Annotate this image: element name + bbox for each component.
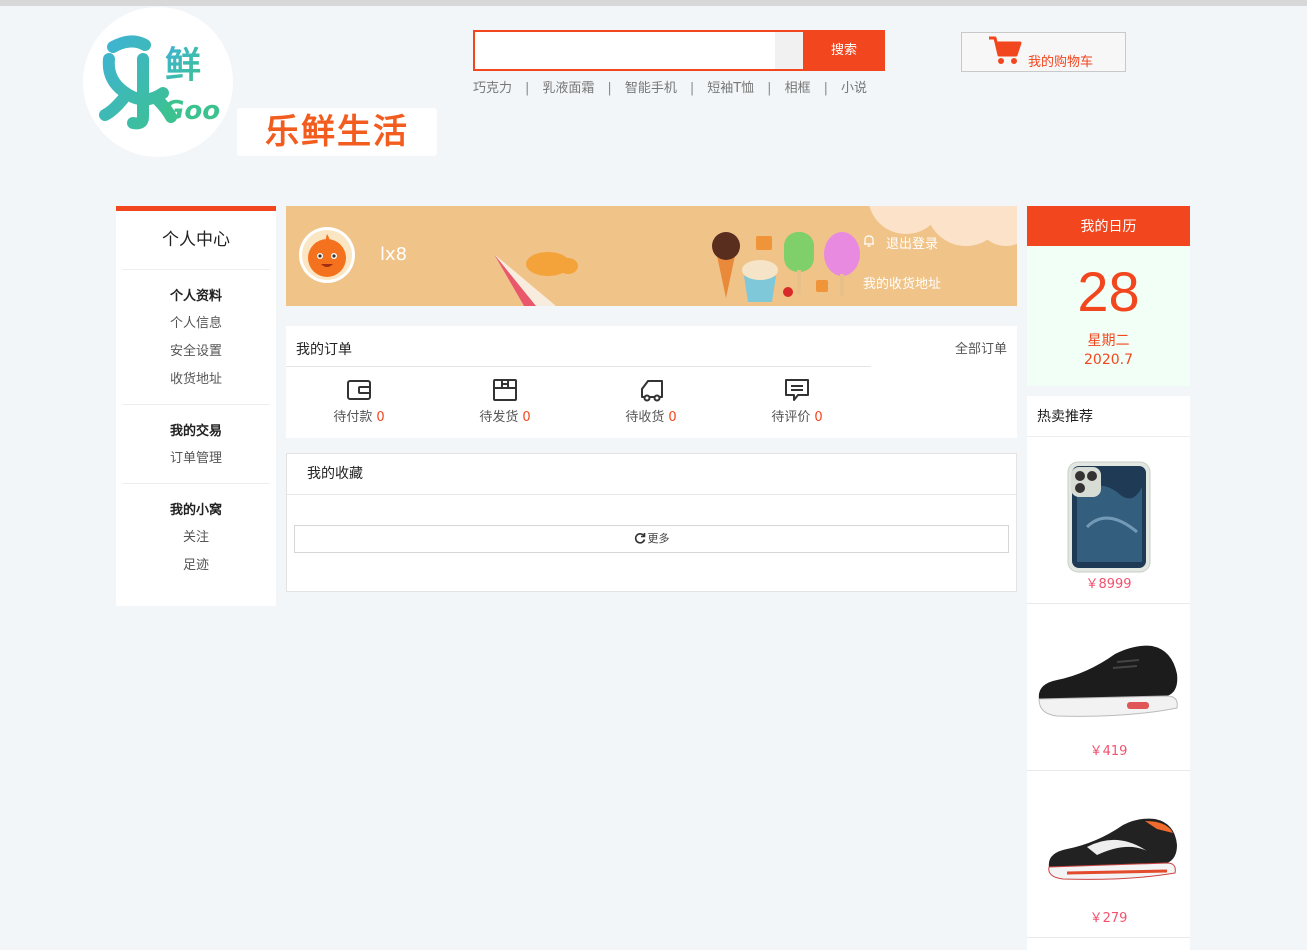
search-button[interactable]: 搜索: [803, 32, 885, 69]
logo-mark-char: 鲜: [165, 45, 201, 86]
sidebar-title: 个人中心: [122, 211, 270, 270]
more-label: 更多: [647, 532, 670, 545]
calendar-day: 28: [1077, 260, 1140, 323]
calendar-widget: 28 星期二 2020.7: [1027, 246, 1190, 386]
hotword-link[interactable]: 小说: [841, 77, 867, 96]
hotword-link[interactable]: 巧克力: [473, 77, 512, 96]
hot-product[interactable]: ￥279: [1027, 771, 1190, 938]
order-status-label: 待付款: [333, 410, 373, 425]
order-status-pending-payment[interactable]: 待付款 0: [286, 378, 432, 425]
product-phone-image: [1067, 461, 1151, 573]
orders-title: 我的订单: [296, 342, 352, 358]
bell-icon: [864, 235, 874, 247]
sidebar-item-follow[interactable]: 关注: [122, 524, 270, 552]
hot-product[interactable]: ￥8999: [1027, 437, 1190, 604]
product-price: ￥419: [1089, 744, 1128, 759]
product-price: ￥279: [1089, 911, 1128, 926]
hotword-link[interactable]: 智能手机: [625, 77, 677, 96]
cart-button[interactable]: 我的购物车: [961, 32, 1126, 72]
user-banner: lx8 退出登录 我的收货地址: [286, 206, 1017, 306]
calendar-month: 2020.7: [1084, 352, 1133, 368]
product-price: ￥8999: [1085, 577, 1132, 592]
personal-center-sidebar: 个人中心 个人资料 个人信息 安全设置 收货地址 我的交易 订单管理 我的小窝 …: [116, 206, 276, 606]
avatar[interactable]: [299, 227, 355, 283]
hotword-separator: |: [767, 81, 772, 96]
sidebar-group-nest: 我的小窝 关注 足迹: [122, 484, 270, 590]
sidebar-group-heading: 个人资料: [169, 289, 222, 304]
hotword-link[interactable]: 短袖T恤: [707, 77, 754, 96]
hotword-separator: |: [607, 81, 612, 96]
order-count: 0: [814, 410, 823, 425]
hotword-link[interactable]: 相框: [785, 77, 811, 96]
product-shoe-image: [1038, 645, 1178, 717]
order-status-label: 待收货: [625, 410, 665, 425]
order-count: 0: [376, 410, 385, 425]
address-link[interactable]: 我的收货地址: [863, 273, 941, 292]
favorites-title: 我的收藏: [287, 454, 1016, 495]
sidebar-group-trade: 我的交易 订单管理: [122, 405, 270, 484]
hotword-separator: |: [823, 81, 828, 96]
site-logo[interactable]: 鲜 Goo: [83, 7, 233, 157]
hot-title: 热卖推荐: [1027, 396, 1190, 437]
comment-icon: [785, 379, 809, 401]
order-status-pending-shipment[interactable]: 待发货 0: [432, 378, 578, 425]
calendar-title: 我的日历: [1027, 206, 1190, 246]
sidebar-group-heading: 我的交易: [169, 424, 222, 439]
sidebar-group-profile: 个人资料 个人信息 安全设置 收货地址: [122, 270, 270, 405]
hotword-list: 巧克力 | 乳液面霜 | 智能手机 | 短袖T恤 | 相框 | 小说: [473, 77, 867, 96]
product-running-shoe-image: [1048, 818, 1177, 880]
sidebar-item-security[interactable]: 安全设置: [122, 338, 270, 366]
sidebar-item-orders[interactable]: 订单管理: [122, 445, 270, 473]
svg-text:Goo: Goo: [163, 96, 220, 126]
shopping-cart-icon: [989, 36, 1022, 64]
refresh-icon: [634, 533, 645, 544]
order-status-label: 待评价: [771, 410, 811, 425]
search-input[interactable]: [477, 34, 773, 67]
order-count: 0: [668, 410, 677, 425]
wallet-icon: [347, 380, 371, 400]
hotword-link[interactable]: 乳液面霜: [542, 77, 594, 96]
search-input-scroll-area: [775, 32, 803, 69]
avatar-image: [302, 230, 352, 280]
hotword-separator: |: [689, 81, 695, 96]
my-orders-panel: 我的订单 全部订单 待付款 0 待发货 0 待收货 0 待评价 0: [286, 326, 1017, 438]
sidebar-item-address[interactable]: 收货地址: [122, 366, 270, 394]
hotword-separator: |: [525, 81, 530, 96]
sidebar-item-footprint[interactable]: 足迹: [122, 552, 270, 580]
top-strip: [0, 0, 1307, 6]
more-button[interactable]: 更多: [294, 525, 1009, 553]
package-icon: [493, 379, 517, 401]
calendar-weekday: 星期二: [1087, 333, 1130, 349]
logo-wordmark[interactable]: 乐鲜生活: [237, 108, 437, 156]
sidebar-item-personal-info[interactable]: 个人信息: [122, 310, 270, 338]
order-status-pending-review[interactable]: 待评价 0: [724, 378, 870, 425]
logout-link[interactable]: 退出登录: [886, 233, 938, 252]
divider: [286, 366, 871, 367]
truck-icon: [641, 380, 663, 402]
order-count: 0: [522, 410, 531, 425]
hot-product[interactable]: ￥419: [1027, 604, 1190, 771]
cart-label: 我的购物车: [1028, 55, 1094, 70]
my-favorites-panel: 我的收藏 更多: [286, 453, 1017, 592]
order-status-pending-receipt[interactable]: 待收货 0: [578, 378, 724, 425]
hot-recommendations: 热卖推荐 ￥8999 ￥419 ￥279: [1027, 396, 1190, 950]
username: lx8: [380, 244, 408, 265]
sidebar-group-heading: 我的小窝: [169, 503, 222, 518]
search-bar: 搜索: [473, 30, 885, 71]
all-orders-link[interactable]: 全部订单: [955, 338, 1007, 357]
logo-mark-icon: 鲜 Goo: [99, 35, 220, 130]
order-status-label: 待发货: [479, 410, 519, 425]
